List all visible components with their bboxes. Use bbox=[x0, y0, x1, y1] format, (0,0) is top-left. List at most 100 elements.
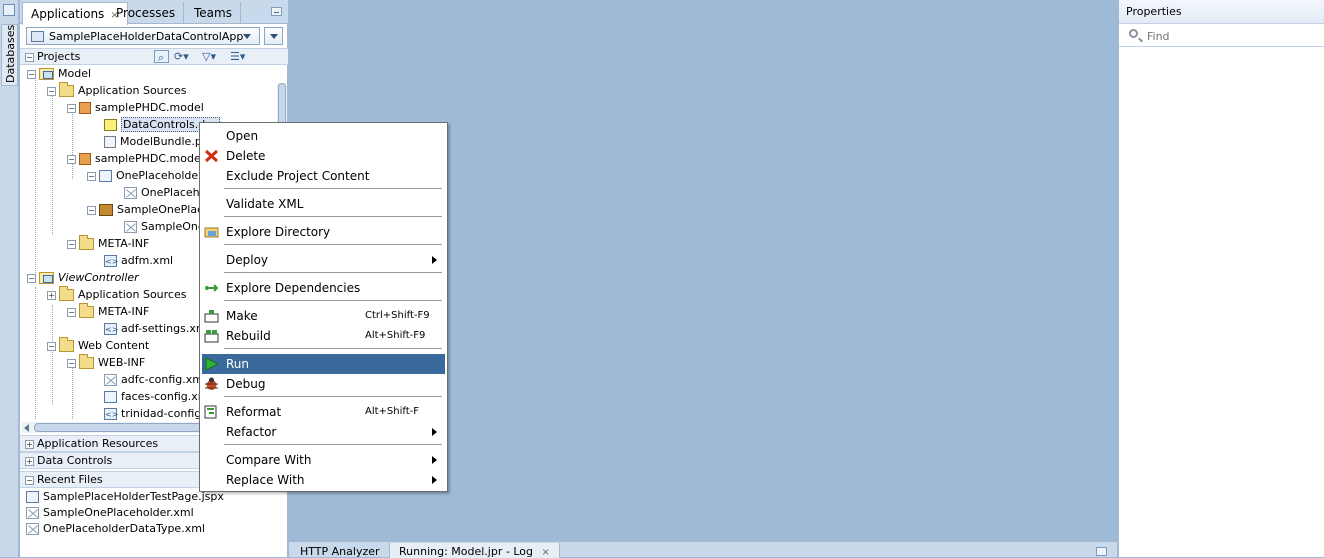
debug-bug-icon bbox=[204, 377, 219, 391]
make-icon bbox=[204, 309, 219, 323]
tree-node-package[interactable]: − samplePHDC.model. bbox=[67, 150, 207, 167]
collapse-icon[interactable]: − bbox=[27, 69, 36, 79]
menu-item-exclude-project-content[interactable]: Exclude Project Content bbox=[202, 166, 445, 186]
tree-node-label: META-INF bbox=[98, 237, 150, 250]
recent-file-label: SamplePlaceHolderTestPage.jspx bbox=[43, 490, 224, 503]
collapse-icon[interactable]: − bbox=[27, 273, 36, 283]
reformat-icon bbox=[204, 405, 219, 419]
menu-item-open[interactable]: Open bbox=[202, 126, 445, 146]
collapse-icon[interactable]: − bbox=[67, 358, 76, 368]
xml-file-icon bbox=[124, 221, 137, 233]
search-tree-icon[interactable]: ⌕ bbox=[154, 50, 169, 64]
application-icon bbox=[31, 31, 44, 42]
recent-file-item[interactable]: SampleOnePlaceholder.xml bbox=[26, 504, 194, 521]
tree-node-application-sources[interactable]: − Application Sources bbox=[47, 82, 186, 99]
window-restore-icon[interactable] bbox=[3, 4, 15, 16]
expand-icon[interactable]: + bbox=[25, 440, 34, 449]
tab-teams[interactable]: Teams bbox=[186, 2, 241, 24]
recent-file-item[interactable]: OnePlaceholderDataType.xml bbox=[26, 520, 205, 537]
tree-node-model[interactable]: − Model bbox=[27, 65, 91, 82]
tree-node-adf-settings[interactable]: adf-settings.xml bbox=[104, 320, 210, 338]
collapse-icon[interactable]: − bbox=[87, 205, 96, 215]
menu-item-label: Debug bbox=[226, 377, 266, 391]
tree-node-label: adf-settings.xml bbox=[121, 322, 210, 335]
navigator-tabbar: Applications × Processes Teams bbox=[20, 0, 288, 25]
collapse-icon[interactable]: − bbox=[67, 307, 76, 317]
menu-item-label: Rebuild bbox=[226, 329, 271, 343]
tab-processes-label: Processes bbox=[116, 6, 176, 20]
collapse-icon[interactable]: − bbox=[67, 103, 76, 113]
close-tab-icon[interactable]: × bbox=[541, 547, 549, 558]
dependencies-icon bbox=[204, 281, 219, 295]
collapse-icon[interactable]: − bbox=[47, 86, 56, 96]
tree-node-faces-config[interactable]: faces-config.xml bbox=[104, 388, 212, 405]
tab-running-log[interactable]: Running: Model.jpr - Log × bbox=[389, 543, 560, 558]
filter-icon[interactable]: ▽▾ bbox=[202, 50, 217, 63]
side-strip: Databases bbox=[0, 0, 19, 557]
menu-item-reformat[interactable]: Reformat Alt+Shift-F bbox=[202, 402, 445, 422]
recent-file-item[interactable]: SamplePlaceHolderTestPage.jspx bbox=[26, 488, 224, 505]
menu-item-label: Explore Dependencies bbox=[226, 281, 361, 295]
menu-item-delete[interactable]: Delete bbox=[202, 146, 445, 166]
databases-tab-label: Databases bbox=[4, 24, 17, 83]
folder-icon bbox=[59, 286, 74, 301]
tree-node-application-sources[interactable]: + Application Sources bbox=[47, 286, 186, 303]
tab-processes[interactable]: Processes bbox=[108, 2, 185, 24]
working-sets-icon[interactable]: ⟳▾ bbox=[174, 50, 189, 63]
expand-icon[interactable]: + bbox=[47, 290, 56, 300]
collapse-icon[interactable]: − bbox=[87, 171, 96, 181]
view-options-icon[interactable]: ☰▾ bbox=[230, 50, 245, 63]
tree-node-adfm[interactable]: adfm.xml bbox=[104, 252, 173, 270]
tree-node-meta-inf[interactable]: − META-INF bbox=[67, 235, 149, 252]
menu-item-debug[interactable]: Debug bbox=[202, 374, 445, 394]
menu-item-explore-dependencies[interactable]: Explore Dependencies bbox=[202, 278, 445, 298]
collapse-icon[interactable]: − bbox=[67, 239, 76, 249]
application-resources-label: Application Resources bbox=[37, 437, 159, 450]
tree-node-web-inf[interactable]: − WEB-INF bbox=[67, 354, 145, 371]
menu-item-make[interactable]: Make Ctrl+Shift-F9 bbox=[202, 306, 445, 326]
scrollbar-thumb[interactable] bbox=[34, 423, 214, 432]
menu-item-compare-with[interactable]: Compare With bbox=[202, 450, 445, 470]
scroll-left-icon[interactable] bbox=[24, 424, 29, 432]
menu-item-replace-with[interactable]: Replace With bbox=[202, 470, 445, 490]
xml-file-icon bbox=[104, 391, 117, 403]
properties-title: Properties bbox=[1126, 5, 1182, 18]
tree-node-meta-inf[interactable]: − META-INF bbox=[67, 303, 149, 320]
tree-node-adfc-config[interactable]: adfc-config.xml bbox=[104, 371, 206, 388]
tree-node-label: WEB-INF bbox=[98, 356, 146, 369]
expand-icon[interactable]: + bbox=[25, 457, 34, 466]
menu-item-run[interactable]: Run bbox=[202, 354, 445, 374]
tree-node-package[interactable]: − samplePHDC.model bbox=[67, 99, 204, 116]
menu-item-rebuild[interactable]: Rebuild Alt+Shift-F9 bbox=[202, 326, 445, 346]
tree-node-label: samplePHDC.model bbox=[95, 101, 204, 114]
application-menu-button[interactable] bbox=[264, 27, 283, 45]
properties-search[interactable] bbox=[1119, 25, 1324, 47]
collapse-icon[interactable]: − bbox=[67, 154, 76, 164]
project-icon bbox=[39, 68, 54, 80]
collapse-icon[interactable]: − bbox=[47, 341, 56, 351]
menu-item-explore-directory[interactable]: Explore Directory bbox=[202, 222, 445, 242]
collapse-icon[interactable]: − bbox=[25, 476, 34, 485]
tree-node-viewcontroller[interactable]: − ViewController bbox=[27, 269, 139, 286]
data-controls-label: Data Controls bbox=[37, 454, 113, 467]
folder-icon bbox=[79, 354, 94, 369]
properties-search-input[interactable] bbox=[1147, 28, 1317, 44]
tree-node-label: ViewController bbox=[58, 271, 139, 284]
tab-http-analyzer[interactable]: HTTP Analyzer bbox=[291, 543, 389, 558]
application-selector[interactable]: SamplePlaceHolderDataControlApp bbox=[26, 27, 260, 45]
menu-item-refactor[interactable]: Refactor bbox=[202, 422, 445, 442]
menu-item-deploy[interactable]: Deploy bbox=[202, 250, 445, 270]
folder-icon bbox=[59, 337, 74, 352]
project-icon bbox=[39, 272, 54, 284]
tree-node-web-content[interactable]: − Web Content bbox=[47, 337, 149, 354]
projects-header[interactable]: − Projects ⌕ ⟳▾ ▽▾ ☰▾ bbox=[20, 48, 288, 65]
menu-item-label: Exclude Project Content bbox=[226, 169, 370, 183]
properties-file-icon bbox=[104, 136, 116, 148]
minimize-panel-icon[interactable] bbox=[271, 7, 282, 16]
package-icon bbox=[79, 153, 91, 165]
minimize-panel-icon[interactable] bbox=[1096, 547, 1107, 556]
menu-item-validate-xml[interactable]: Validate XML bbox=[202, 194, 445, 214]
databases-tab[interactable]: Databases bbox=[1, 24, 18, 86]
collapse-icon[interactable]: − bbox=[25, 53, 34, 62]
application-selector-value: SamplePlaceHolderDataControlApp bbox=[49, 30, 244, 43]
